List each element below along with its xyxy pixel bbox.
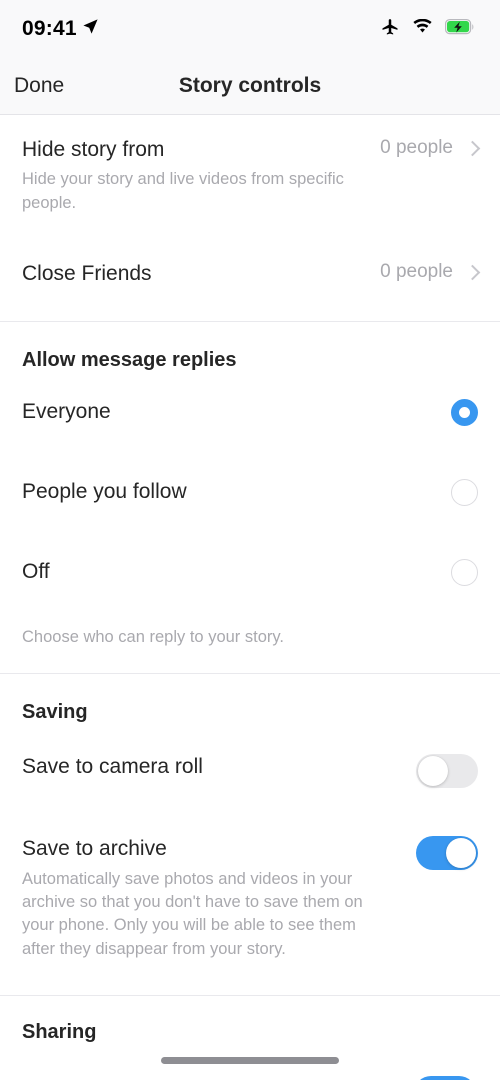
reply-option-people-you-follow[interactable]: People you follow bbox=[0, 452, 500, 532]
sharing-section: Sharing bbox=[0, 996, 500, 1045]
airplane-mode-icon bbox=[380, 17, 400, 42]
battery-charging-icon bbox=[445, 18, 476, 40]
message-replies-footnote: Choose who can reply to your story. bbox=[22, 628, 284, 647]
save-to-archive-text: Save to archive Automatically save photo… bbox=[22, 836, 416, 961]
radio-selected-icon[interactable] bbox=[451, 398, 478, 426]
close-friends-accessory: 0 people bbox=[380, 261, 481, 283]
done-button[interactable]: Done bbox=[0, 74, 64, 98]
save-to-archive-row[interactable]: Save to archive Automatically save photo… bbox=[0, 788, 500, 995]
navigation-bar: Done Story controls bbox=[0, 58, 500, 115]
save-to-camera-roll-row[interactable]: Save to camera roll bbox=[0, 724, 500, 789]
toggle-knob bbox=[446, 838, 476, 869]
message-replies-heading: Allow message replies bbox=[22, 349, 237, 372]
save-to-archive-toggle[interactable] bbox=[416, 836, 478, 871]
save-to-camera-roll-text: Save to camera roll bbox=[22, 754, 416, 780]
status-bar-left: 09:41 bbox=[22, 17, 99, 41]
close-friends-label: Close Friends bbox=[22, 262, 152, 286]
audience-section: Hide story from Hide your story and live… bbox=[0, 115, 500, 322]
home-indicator bbox=[161, 1057, 339, 1064]
sharing-toggle-partial[interactable] bbox=[414, 1076, 476, 1080]
close-friends-text: Close Friends bbox=[22, 261, 380, 287]
close-friends-row[interactable]: Close Friends 0 people bbox=[0, 215, 500, 321]
reply-option-everyone[interactable]: Everyone bbox=[0, 372, 500, 452]
reply-option-off-label: Off bbox=[22, 560, 50, 584]
saving-heading: Saving bbox=[22, 701, 88, 724]
message-replies-section: Allow message replies Everyone People yo… bbox=[0, 322, 500, 674]
status-bar-right bbox=[380, 17, 476, 42]
reply-option-everyone-label: Everyone bbox=[22, 400, 111, 424]
save-to-archive-label: Save to archive bbox=[22, 837, 167, 861]
story-controls-screen: 09:41 Done Story controls Hide story fro… bbox=[0, 0, 500, 1080]
saving-section: Saving Save to camera roll Save to archi… bbox=[0, 674, 500, 996]
chevron-right-icon bbox=[464, 264, 481, 280]
hide-story-from-row[interactable]: Hide story from Hide your story and live… bbox=[0, 115, 500, 215]
location-arrow-icon bbox=[82, 18, 99, 40]
hide-story-from-description: Hide your story and live videos from spe… bbox=[22, 170, 344, 212]
toggle-knob bbox=[418, 756, 448, 787]
reply-option-people-you-follow-label: People you follow bbox=[22, 480, 187, 504]
hide-story-from-label: Hide story from bbox=[22, 138, 165, 161]
sharing-heading: Sharing bbox=[22, 1021, 97, 1044]
radio-unselected-icon[interactable] bbox=[451, 558, 478, 586]
hide-story-from-text: Hide story from Hide your story and live… bbox=[22, 137, 380, 215]
status-bar: 09:41 bbox=[0, 0, 500, 58]
radio-unselected-icon[interactable] bbox=[451, 478, 478, 506]
close-friends-value: 0 people bbox=[380, 261, 453, 283]
wifi-icon bbox=[412, 18, 433, 40]
page-title: Story controls bbox=[178, 74, 322, 97]
save-to-camera-roll-toggle[interactable] bbox=[416, 754, 478, 789]
reply-option-off[interactable]: Off bbox=[0, 532, 500, 612]
hide-story-from-accessory: 0 people bbox=[380, 137, 481, 159]
hide-story-from-value: 0 people bbox=[380, 137, 453, 158]
chevron-right-icon bbox=[464, 140, 481, 156]
save-to-camera-roll-label: Save to camera roll bbox=[22, 755, 203, 779]
status-bar-clock: 09:41 bbox=[22, 17, 77, 40]
save-to-archive-description: Automatically save photos and videos in … bbox=[22, 869, 363, 958]
